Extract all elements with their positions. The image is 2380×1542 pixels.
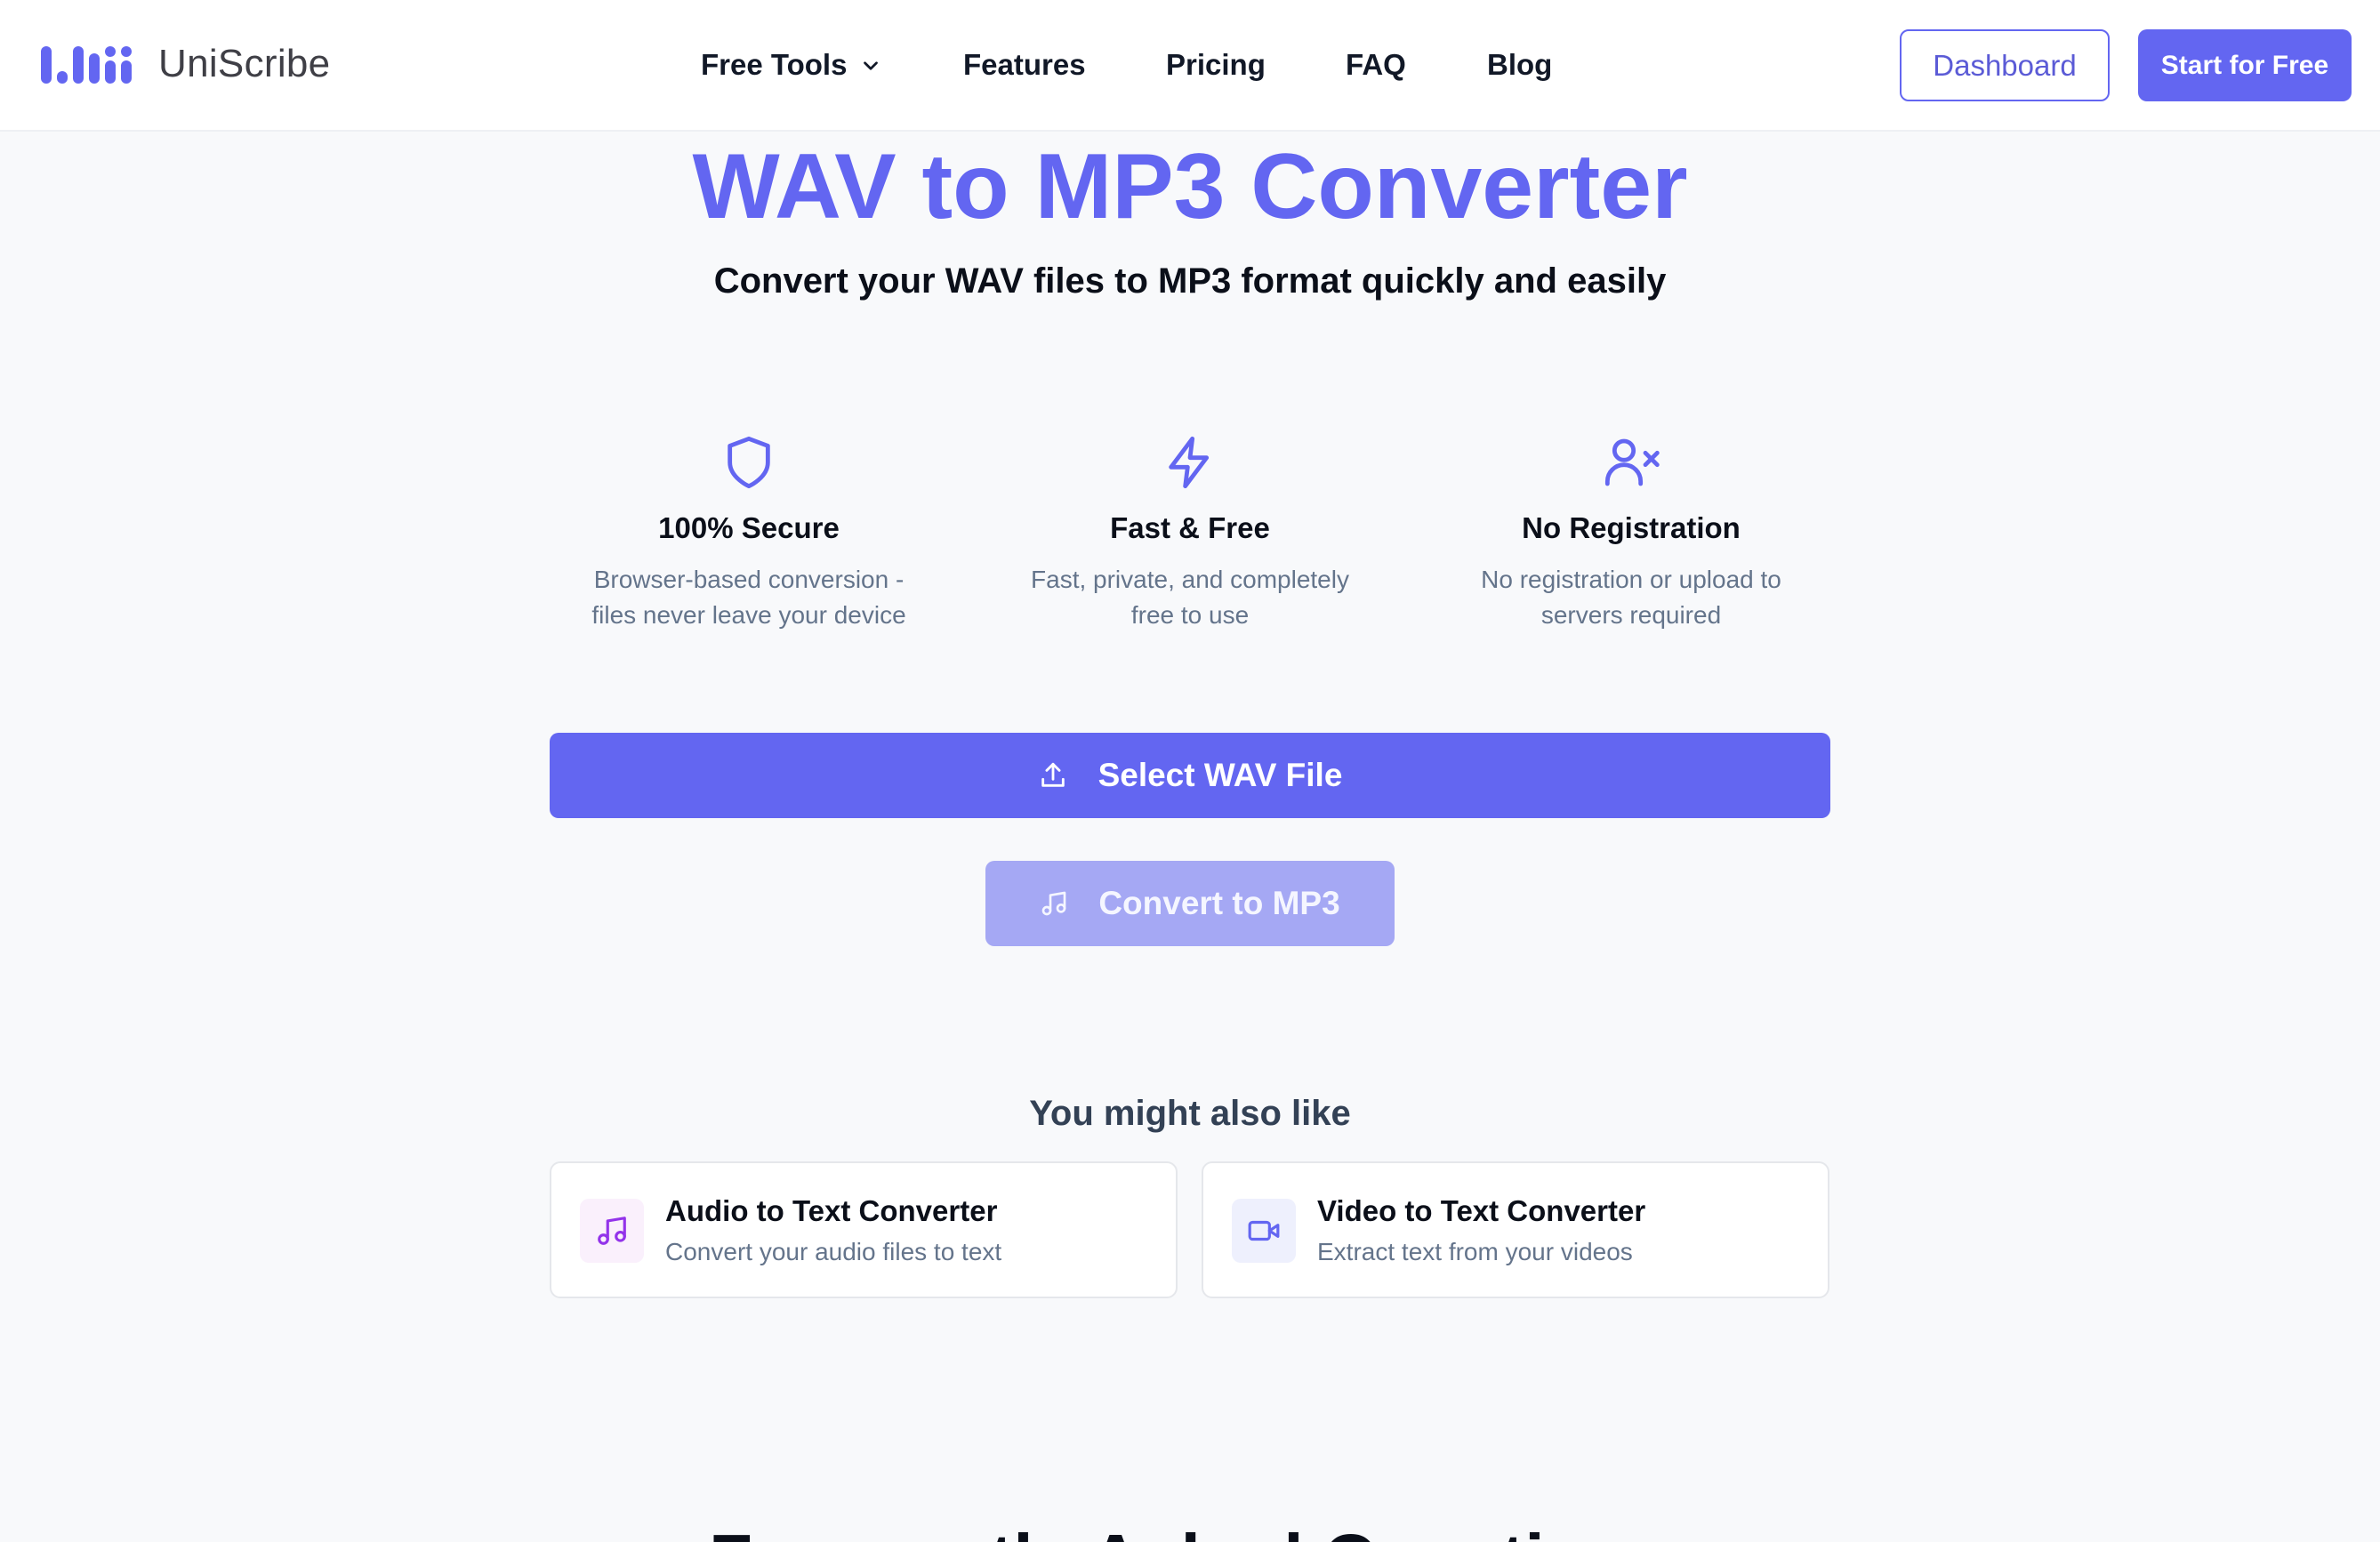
shield-icon [728, 436, 770, 489]
feature-no-registration: No Registration No registration or uploa… [1444, 434, 1818, 633]
chevron-down-icon [864, 61, 879, 70]
feature-desc: No registration or upload to servers req… [1444, 562, 1818, 633]
feature-desc-line: free to use [1130, 601, 1250, 629]
feature-desc-line: servers required [1540, 601, 1722, 629]
select-wav-file-button[interactable]: Select WAV File [550, 733, 1830, 818]
page-subtitle: Convert your WAV files to MP3 format qui… [713, 261, 1667, 301]
feature-title: No Registration [1522, 511, 1741, 544]
card-video-to-text[interactable]: Video to Text Converter Extract text fro… [1202, 1161, 1829, 1298]
feature-desc: Fast, private, and completely free to us… [1003, 562, 1377, 633]
card-desc: Extract text from your videos [1317, 1238, 1633, 1265]
feature-desc-line: Fast, private, and completely [1031, 566, 1349, 593]
upload-icon [1041, 762, 1065, 787]
nav-blog[interactable]: Blog [1487, 44, 1552, 85]
video-camera-icon [1248, 1220, 1280, 1241]
site-header: UniScribe Free Tools Features Pricing FA… [0, 0, 2380, 132]
convert-to-mp3-label: Convert to MP3 [1098, 885, 1340, 921]
feature-desc: Browser-based conversion - files never l… [562, 562, 936, 633]
feature-desc-line: Browser-based conversion - [593, 566, 905, 593]
feature-title: Fast & Free [1110, 511, 1270, 544]
feature-secure: 100% Secure Browser-based conversion - f… [562, 434, 936, 633]
user-x-icon [1604, 438, 1660, 486]
nav-pricing[interactable]: Pricing [1166, 44, 1266, 85]
card-audio-to-text[interactable]: Audio to Text Converter Convert your aud… [550, 1161, 1178, 1298]
faq-heading: Frequently Asked Questions [0, 1517, 2380, 1542]
feature-fast-free: Fast & Free Fast, private, and completel… [1003, 434, 1377, 633]
feature-desc-line: No registration or upload to [1481, 566, 1781, 593]
card-icon-wrapper [1232, 1199, 1296, 1263]
nav-free-tools-label: Free Tools [701, 48, 848, 81]
nav-faq[interactable]: FAQ [1346, 44, 1406, 85]
dashboard-button[interactable]: Dashboard [1900, 29, 2110, 101]
feature-desc-line: files never leave your device [591, 601, 906, 629]
music-note-icon [1041, 891, 1066, 916]
start-for-free-button[interactable]: Start for Free [2138, 29, 2352, 101]
lightning-icon [1169, 436, 1210, 489]
card-icon-wrapper [580, 1199, 644, 1263]
card-desc: Convert your audio files to text [665, 1238, 1002, 1265]
card-title: Audio to Text Converter [665, 1194, 998, 1227]
related-tools-heading: You might also like [1029, 1094, 1351, 1133]
select-wav-file-label: Select WAV File [1098, 757, 1343, 793]
page-title: WAV to MP3 Converter [692, 135, 1688, 238]
convert-to-mp3-button[interactable]: Convert to MP3 [985, 861, 1395, 946]
nav-features[interactable]: Features [963, 44, 1086, 85]
music-note-icon [598, 1217, 626, 1245]
card-title: Video to Text Converter [1317, 1194, 1646, 1227]
nav-free-tools[interactable]: Free Tools [701, 44, 882, 85]
feature-title: 100% Secure [658, 511, 840, 544]
